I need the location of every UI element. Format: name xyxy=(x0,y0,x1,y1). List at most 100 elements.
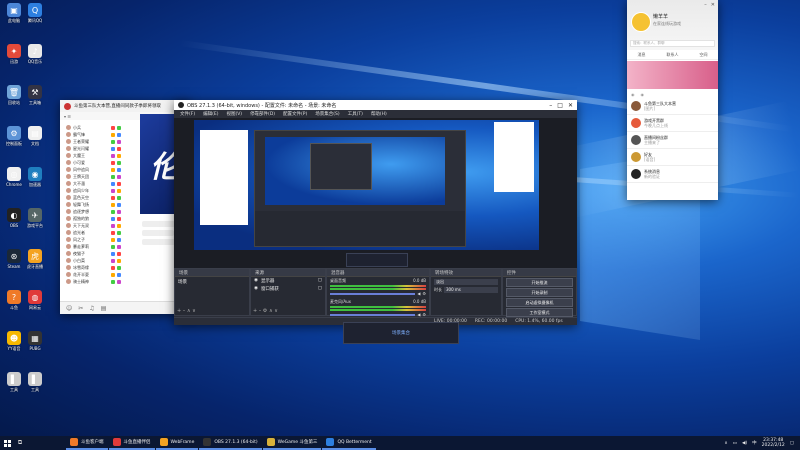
menu-item[interactable]: 视图(V) xyxy=(226,111,242,117)
member-row[interactable]: 大不溜 xyxy=(60,180,140,187)
member-row[interactable]: 夜猫子 xyxy=(60,250,140,257)
desktop-icon[interactable]: ◉ 加速器 xyxy=(22,167,48,187)
taskbar-app[interactable]: 斗鱼客户端 xyxy=(66,436,108,450)
member-row[interactable]: 追风少年 xyxy=(60,187,140,194)
shortcut-icon[interactable]: ◉ xyxy=(641,92,645,97)
qq-search-input[interactable]: 搜索：联系人、群聊 xyxy=(630,40,715,47)
mixer-tracks[interactable]: 桌面音频 0.0 dB ◀ ⚙ 麦克风/Aux 0.0 dB ◀ ⚙ xyxy=(327,277,429,321)
gear-icon[interactable]: ⚙ xyxy=(422,291,426,296)
volume-slider[interactable] xyxy=(330,292,416,295)
control-button[interactable]: 开始录制 xyxy=(506,288,573,297)
start-button[interactable] xyxy=(0,436,14,450)
member-row[interactable]: 星光闪耀 xyxy=(60,145,140,152)
member-row[interactable]: 暴走萝莉 xyxy=(60,243,140,250)
taskbar-app[interactable]: OBS 27.1.3 (64-bit) xyxy=(199,436,262,450)
clock[interactable]: 23:37:48 2022/2/12 xyxy=(762,438,785,448)
maximize-icon[interactable]: □ xyxy=(557,102,563,109)
menu-item[interactable]: 场景集合(S) xyxy=(315,111,339,117)
mic-icon[interactable]: ♫ xyxy=(89,305,94,312)
member-row[interactable]: 小可爱 xyxy=(60,159,140,166)
conversation-item[interactable]: 好友 [语音] xyxy=(627,149,718,166)
sources-dock[interactable]: 来源 ◉ 显示器 ▢ ◉ 窗口捕获 ▢ + – ⚙ ∧ ∨ xyxy=(250,268,326,316)
member-row[interactable]: 蓝色天空 xyxy=(60,194,140,201)
network-icon[interactable]: ▭ xyxy=(733,441,737,446)
member-row[interactable]: 轻舞飞扬 xyxy=(60,201,140,208)
member-row[interactable]: 孤独的狼 xyxy=(60,215,140,222)
eye-icon[interactable]: ◉ xyxy=(254,278,258,284)
shortcut-icon[interactable]: ◉ xyxy=(631,92,635,97)
lock-icon[interactable]: ▢ xyxy=(318,278,322,284)
desktop-icon[interactable]: ✈ 游戏平台 xyxy=(22,208,48,228)
taskbar-app[interactable]: QQ Betterment xyxy=(322,436,376,450)
chat-input-toolbar[interactable]: ☺ ✂ ♫ ▤ xyxy=(60,301,190,314)
task-view-icon[interactable]: ⧉ xyxy=(14,439,26,447)
conversation-item[interactable]: 游戏开黑群 今晚几点上线 xyxy=(627,115,718,132)
member-row[interactable]: 追光者 xyxy=(60,229,140,236)
member-row[interactable]: 风中追风 xyxy=(60,166,140,173)
minimize-icon[interactable]: – xyxy=(549,102,552,109)
speaker-icon[interactable]: ◀ xyxy=(417,291,420,296)
obs-window[interactable]: OBS 27.1.3 (64-bit, windows) - 配置文件: 未命名… xyxy=(174,100,577,325)
tray-expand-icon[interactable]: ∧ xyxy=(724,441,727,446)
qq-conversation-list[interactable]: 斗鱼第三队大本营 [图片] 游戏开黑群 今晚几点上线 直播间粉丝群 主播来了 好友 [语音] 系… xyxy=(627,98,718,183)
conversation-item[interactable]: 系统消息 新的验证 xyxy=(627,166,718,183)
qq-tab[interactable]: 空间 xyxy=(700,52,708,58)
conversation-item[interactable]: 直播间粉丝群 主播来了 xyxy=(627,132,718,149)
eye-icon[interactable]: ◉ xyxy=(254,286,258,292)
member-row[interactable]: 天下无双 xyxy=(60,222,140,229)
desktop-icon[interactable]: ⚒ 工具箱 xyxy=(22,85,48,105)
source-item[interactable]: ◉ 窗口捕获 ▢ xyxy=(251,285,325,293)
desktop-icon[interactable]: 虎虎牙直播 xyxy=(22,249,48,269)
mixer-track[interactable]: 桌面音频 0.0 dB ◀ ⚙ xyxy=(330,278,426,296)
desktop-icon[interactable]: ♪ QQ音乐 xyxy=(22,44,48,64)
scene-item[interactable]: 场景 xyxy=(175,277,249,287)
transition-duration-input[interactable]: 300 ms xyxy=(444,287,498,293)
transitions-dock[interactable]: 转场特效 淡出 时长 300 ms xyxy=(430,268,502,316)
member-row[interactable]: 霸气锋 xyxy=(60,131,140,138)
obs-notice-popup[interactable]: 场景集合 xyxy=(343,322,459,344)
control-button[interactable]: 启动虚拟摄像机 xyxy=(506,298,573,307)
close-icon[interactable]: ✕ xyxy=(568,102,573,109)
member-row[interactable]: 追逐梦想 xyxy=(60,208,140,215)
input-language[interactable]: 中 xyxy=(752,440,757,446)
minimize-icon[interactable]: – xyxy=(704,2,707,8)
notification-icon[interactable]: ▢ xyxy=(790,441,794,446)
conversation-item[interactable]: 斗鱼第三队大本营 [图片] xyxy=(627,98,718,115)
member-row[interactable]: 小白菜 xyxy=(60,257,140,264)
transition-select[interactable]: 淡出 xyxy=(434,279,498,285)
controls-dock[interactable]: 控件 开始推流开始录制启动虚拟摄像机工作室模式设置退出 xyxy=(502,268,577,325)
menu-item[interactable]: 工具(T) xyxy=(348,111,363,117)
source-item[interactable]: ◉ 显示器 ▢ xyxy=(251,277,325,285)
scenes-dock[interactable]: 场景 场景 + – ∧ ∨ xyxy=(174,268,250,316)
member-row[interactable]: 骑士精神 xyxy=(60,278,140,285)
desktop-icon[interactable]: ◍ 网易云 xyxy=(22,290,48,310)
member-row[interactable]: 王牌天团 xyxy=(60,173,140,180)
qq-tab[interactable]: 联系人 xyxy=(667,52,679,58)
menu-item[interactable]: 配置文件(P) xyxy=(283,111,307,117)
member-row[interactable]: 花开半夏 xyxy=(60,271,140,278)
volume-icon[interactable]: ◀) xyxy=(742,441,747,446)
source-list[interactable]: ◉ 显示器 ▢ ◉ 窗口捕获 ▢ xyxy=(251,277,325,293)
qq-ad-banner[interactable] xyxy=(627,61,718,89)
scissors-icon[interactable]: ✂ xyxy=(78,305,83,312)
menu-item[interactable]: 帮助(H) xyxy=(371,111,387,117)
desktop-icon[interactable]: ▌ 工具 xyxy=(22,372,48,392)
member-row[interactable]: 小兵 xyxy=(60,124,140,131)
desktop-icon[interactable]: ▦ PUBG xyxy=(22,331,48,351)
taskbar-app[interactable]: WeGame 斗鱼第三 xyxy=(262,436,322,450)
volume-slider[interactable] xyxy=(330,313,416,316)
mixer-track[interactable]: 麦克风/Aux 0.0 dB ◀ ⚙ xyxy=(330,299,426,317)
taskbar-app[interactable]: WebFrame xyxy=(155,436,199,450)
member-list[interactable]: 小兵 霸气锋 王者荣耀 星光闪耀 大魔王 小可爱 风中追风 王牌天团 大不溜 追风少年 蓝色天空 轻舞… xyxy=(60,124,140,299)
menu-item[interactable]: 停靠部件(D) xyxy=(250,111,275,117)
obs-titlebar[interactable]: OBS 27.1.3 (64-bit, windows) - 配置文件: 未命名… xyxy=(174,100,577,110)
taskbar-app[interactable]: 斗鱼直播伴侣 xyxy=(108,436,155,450)
control-button[interactable]: 开始推流 xyxy=(506,278,573,287)
menu-item[interactable]: 文件(F) xyxy=(180,111,195,117)
control-button[interactable]: 工作室模式 xyxy=(506,308,573,317)
desktop-icon[interactable]: ▤ 文档 xyxy=(22,126,48,146)
close-icon[interactable]: ✕ xyxy=(711,2,715,8)
qq-avatar[interactable] xyxy=(631,12,651,32)
member-row[interactable]: 王者荣耀 xyxy=(60,138,140,145)
desktop-icon[interactable]: Q 腾讯QQ xyxy=(22,3,48,23)
